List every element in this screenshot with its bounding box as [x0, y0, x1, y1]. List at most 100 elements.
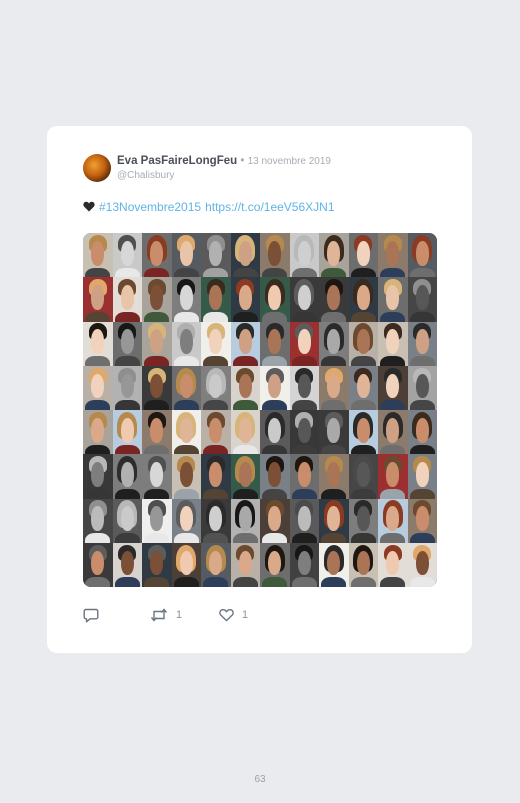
portrait-thumbnail: [112, 498, 142, 543]
portrait-thumbnail: [260, 410, 290, 455]
portrait-thumbnail: [230, 321, 260, 366]
tweet-media-photo-grid[interactable]: [83, 233, 437, 587]
portrait-thumbnail: [83, 454, 113, 499]
portrait-thumbnail: [378, 233, 408, 278]
portrait-thumbnail: [289, 498, 319, 543]
portrait-thumbnail: [112, 454, 142, 499]
portrait-thumbnail: [319, 277, 349, 322]
portrait-thumbnail: [289, 454, 319, 499]
portrait-thumbnail: [319, 233, 349, 278]
portrait-thumbnail: [171, 365, 201, 410]
portrait-thumbnail: [142, 365, 172, 410]
portrait-thumbnail: [260, 454, 290, 499]
portrait-thumbnail: [289, 365, 319, 410]
portrait-thumbnail: [319, 542, 349, 587]
portrait-thumbnail: [201, 277, 231, 322]
author-avatar[interactable]: [83, 154, 111, 182]
portrait-thumbnail: [407, 321, 437, 366]
portrait-thumbnail: [407, 454, 437, 499]
like-count: 1: [242, 609, 249, 621]
portrait-thumbnail: [348, 542, 378, 587]
portrait-thumbnail: [201, 454, 231, 499]
portrait-thumbnail: [142, 410, 172, 455]
portrait-thumbnail: [201, 410, 231, 455]
tweet-date[interactable]: 13 novembre 2019: [248, 156, 331, 167]
portrait-thumbnail: [407, 365, 437, 410]
black-heart-icon: [83, 201, 95, 214]
portrait-thumbnail: [83, 277, 113, 322]
portrait-thumbnail: [260, 321, 290, 366]
portrait-thumbnail: [348, 410, 378, 455]
portrait-thumbnail: [230, 542, 260, 587]
portrait-thumbnail: [407, 410, 437, 455]
portrait-thumbnail: [142, 277, 172, 322]
portrait-thumbnail: [171, 542, 201, 587]
portrait-thumbnail: [201, 321, 231, 366]
portrait-thumbnail: [230, 498, 260, 543]
portrait-thumbnail: [142, 321, 172, 366]
portrait-thumbnail: [348, 454, 378, 499]
portrait-thumbnail: [171, 498, 201, 543]
portrait-thumbnail: [142, 498, 172, 543]
portrait-thumbnail: [289, 277, 319, 322]
portrait-thumbnail: [289, 410, 319, 455]
portrait-thumbnail: [142, 233, 172, 278]
portrait-thumbnail: [171, 454, 201, 499]
portrait-thumbnail: [171, 233, 201, 278]
portrait-thumbnail: [378, 542, 408, 587]
portrait-thumbnail: [230, 365, 260, 410]
portrait-thumbnail: [289, 321, 319, 366]
portrait-thumbnail: [260, 498, 290, 543]
portrait-thumbnail: [378, 410, 408, 455]
portrait-thumbnail: [112, 277, 142, 322]
portrait-thumbnail: [348, 277, 378, 322]
portrait-thumbnail: [83, 498, 113, 543]
portrait-thumbnail: [201, 233, 231, 278]
portrait-thumbnail: [407, 277, 437, 322]
portrait-thumbnail: [378, 321, 408, 366]
portrait-thumbnail: [348, 498, 378, 543]
portrait-thumbnail: [201, 542, 231, 587]
tweet-card: Eva PasFaireLongFeu • 13 novembre 2019 @…: [47, 126, 472, 653]
author-line: Eva PasFaireLongFeu • 13 novembre 2019: [117, 155, 331, 167]
portrait-thumbnail: [230, 277, 260, 322]
retweet-button[interactable]: 1: [150, 608, 182, 622]
portrait-thumbnail: [112, 542, 142, 587]
author-name[interactable]: Eva PasFaireLongFeu: [117, 155, 237, 167]
retweet-icon: [150, 608, 168, 622]
portrait-thumbnail: [319, 321, 349, 366]
reply-button[interactable]: [83, 608, 99, 623]
portrait-thumbnail: [112, 321, 142, 366]
portrait-thumbnail: [348, 233, 378, 278]
portrait-thumbnail: [230, 454, 260, 499]
portrait-thumbnail: [201, 498, 231, 543]
portrait-thumbnail: [407, 233, 437, 278]
portrait-thumbnail: [348, 321, 378, 366]
portrait-thumbnail: [171, 410, 201, 455]
portrait-thumbnail: [83, 233, 113, 278]
tweet-actions: 1 1: [83, 608, 403, 624]
portrait-thumbnail: [83, 365, 113, 410]
portrait-thumbnail: [319, 410, 349, 455]
portrait-thumbnail: [230, 410, 260, 455]
portrait-thumbnail: [378, 454, 408, 499]
reply-icon: [83, 608, 99, 623]
portrait-thumbnail: [319, 365, 349, 410]
portrait-thumbnail: [230, 233, 260, 278]
retweet-count: 1: [176, 609, 183, 621]
portrait-thumbnail: [319, 454, 349, 499]
portrait-thumbnail: [83, 542, 113, 587]
portrait-thumbnail: [260, 277, 290, 322]
like-button[interactable]: 1: [219, 608, 248, 622]
portrait-thumbnail: [378, 365, 408, 410]
portrait-thumbnail: [378, 277, 408, 322]
portrait-thumbnail: [407, 498, 437, 543]
portrait-thumbnail: [319, 498, 349, 543]
portrait-thumbnail: [142, 454, 172, 499]
url-link[interactable]: https://t.co/1eeV56XJN1: [205, 200, 334, 214]
hashtag-link[interactable]: #13Novembre2015: [99, 200, 201, 214]
tweet-text: #13Novembre2015 https://t.co/1eeV56XJN1: [83, 200, 335, 214]
heart-icon: [219, 608, 234, 622]
author-handle[interactable]: @Chalisbury: [117, 170, 174, 181]
portrait-thumbnail: [112, 365, 142, 410]
